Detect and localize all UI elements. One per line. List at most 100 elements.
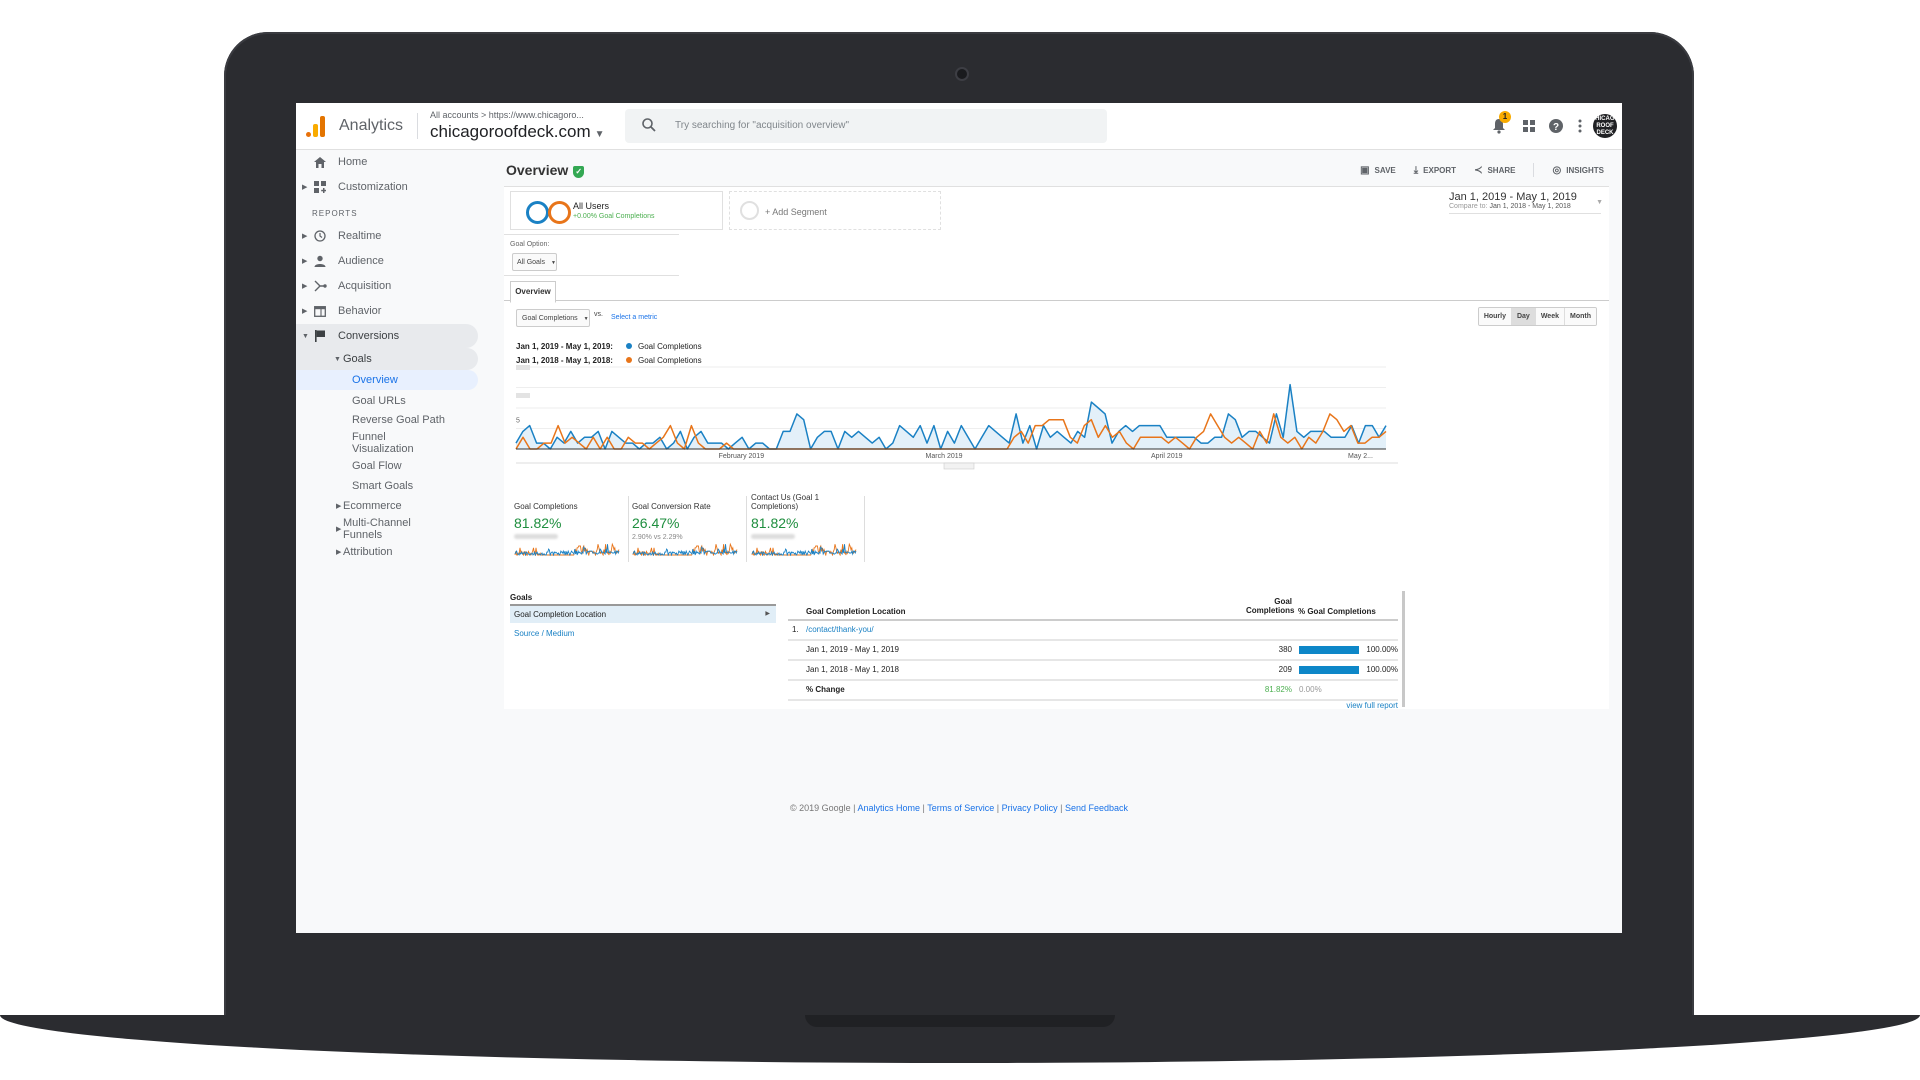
share-button[interactable]: ≺ SHARE — [1474, 165, 1515, 177]
sidebar-item-home[interactable]: Home — [296, 150, 478, 174]
flag-icon — [313, 329, 327, 343]
chart-resize-handle — [943, 462, 975, 470]
date-range-picker[interactable]: Jan 1, 2019 - May 1, 2019 Compare to: Ja… — [1449, 191, 1603, 214]
footer-link-terms[interactable]: Terms of Service — [927, 803, 994, 813]
sidebar-item-customization[interactable]: ▶ Customization — [296, 175, 478, 199]
granularity-toggle: Hourly Day Week Month — [1477, 307, 1597, 326]
sidebar-item-behavior[interactable]: ▶ Behavior — [296, 299, 478, 323]
kpi-divider — [746, 496, 747, 562]
x-tick-label: February 2019 — [719, 453, 765, 460]
goal-completions-chart[interactable]: 5 February 2019 March 2019 April 2019 May 2.… — [514, 363, 1400, 473]
analytics-logo-icon[interactable] — [304, 115, 326, 137]
blurred-value — [514, 534, 558, 539]
expand-arrow-icon: ▶ — [336, 549, 342, 556]
sidebar-item-realtime[interactable]: ▶ Realtime — [296, 224, 478, 248]
sidebar-item-conversions[interactable]: ▼ Conversions — [296, 324, 478, 348]
header-icons: 1 ? CHICAGO ROOF DECK — [1486, 111, 1619, 139]
footer: © 2019 Google | Analytics Home | Terms o… — [789, 803, 1129, 813]
chevron-down-icon: ▼ — [1596, 199, 1603, 206]
help-icon[interactable]: ? — [1543, 113, 1569, 139]
goal-option-select[interactable]: All Goals ▼ — [512, 253, 557, 271]
sidebar-item-smart-goals[interactable]: Smart Goals — [296, 477, 478, 495]
search-icon — [642, 118, 656, 132]
insights-button[interactable]: ◎ INSIGHTS — [1552, 165, 1604, 177]
kpi-goal-conversion-rate[interactable]: Goal Conversion Rate 26.47% 2.90% vs 2.2… — [632, 490, 744, 562]
export-button[interactable]: ⤓ EXPORT — [1414, 165, 1456, 177]
tab-divider — [504, 300, 1609, 301]
table-row: Jan 1, 2018 - May 1, 2018 209 100.00% — [788, 661, 1398, 681]
sidebar-item-goals[interactable]: ▼ Goals — [296, 348, 478, 370]
granularity-month[interactable]: Month — [1564, 308, 1596, 325]
kpi-contact-us-completions[interactable]: Contact Us (Goal 1 Completions) 81.82% — [751, 490, 863, 562]
sidebar-item-audience[interactable]: ▶ Audience — [296, 249, 478, 273]
tab-overview[interactable]: Overview — [510, 281, 556, 303]
sidebar-item-funnel-visualization[interactable]: Funnel Visualization — [296, 430, 478, 456]
row-link[interactable]: /contact/thank-you/ — [806, 621, 874, 639]
save-icon: ▣ — [1360, 165, 1370, 176]
expand-arrow-icon: ▶ — [302, 184, 308, 191]
sidebar-item-attribution[interactable]: ▶ Attribution — [296, 543, 478, 561]
search-box[interactable]: Try searching for "acquisition overview" — [625, 109, 1107, 143]
compare-range: Compare to: Jan 1, 2018 - May 1, 2018 — [1449, 203, 1571, 210]
kpi-goal-completions[interactable]: Goal Completions 81.82% — [514, 490, 626, 562]
table-scrollbar[interactable] — [1402, 591, 1405, 707]
vs-label: vs. — [594, 311, 603, 318]
property-name: chicagoroofdeck.com — [430, 122, 591, 141]
segment-all-users[interactable]: All Users +0.00% Goal Completions — [510, 191, 723, 230]
apps-grid-icon[interactable] — [1516, 113, 1542, 139]
granularity-hourly[interactable]: Hourly — [1478, 308, 1511, 325]
footer-link-analytics-home[interactable]: Analytics Home — [858, 803, 921, 813]
page-title: Overview ✓ — [506, 162, 585, 178]
series-area-2019 — [516, 384, 1386, 449]
collapse-arrow-icon: ▼ — [334, 355, 341, 363]
percentage-bar — [1299, 646, 1359, 654]
share-icon: ≺ — [1474, 165, 1483, 176]
goals-list-header: Goals — [510, 593, 776, 606]
date-range: Jan 1, 2019 - May 1, 2019 — [1449, 191, 1577, 203]
actions-divider — [1533, 163, 1535, 177]
granularity-day[interactable]: Day — [1510, 308, 1535, 325]
sidebar-item-goal-urls[interactable]: Goal URLs — [296, 392, 478, 410]
x-tick-label: May 2... — [1348, 453, 1373, 460]
verified-shield-icon: ✓ — [573, 166, 585, 178]
sidebar-item-multi-channel-funnels[interactable]: ▶ Multi-Channel Funnels — [296, 516, 478, 542]
sidebar-item-acquisition[interactable]: ▶ Acquisition — [296, 274, 478, 298]
dimension-source-medium[interactable]: Source / Medium — [510, 623, 776, 644]
add-segment-button[interactable]: + Add Segment — [729, 191, 941, 230]
sidebar-nav: Home ▶ Customization REPORTS ▶ Realtime … — [296, 150, 486, 933]
sidebar-item-goal-flow[interactable]: Goal Flow — [296, 457, 478, 475]
account-avatar[interactable]: CHICAGO ROOF DECK — [1591, 113, 1619, 139]
expand-arrow-icon: ▶ — [336, 526, 342, 533]
acquisition-icon — [313, 279, 327, 293]
col-goal-completions[interactable]: Goal Completions — [1246, 597, 1294, 615]
app-name: Analytics — [339, 117, 404, 134]
behavior-icon — [313, 304, 327, 318]
dimension-goal-completion-location[interactable]: Goal Completion Location ▶ — [510, 606, 776, 623]
property-selector[interactable]: chicagoroofdeck.com ▼ — [430, 122, 605, 142]
bell-icon[interactable]: 1 — [1486, 111, 1512, 139]
footer-link-privacy[interactable]: Privacy Policy — [1002, 803, 1058, 813]
footer-link-feedback[interactable]: Send Feedback — [1065, 803, 1128, 813]
report-panel: All Users +0.00% Goal Completions + Add … — [504, 186, 1609, 710]
blurred-value — [751, 534, 795, 539]
metric-select[interactable]: Goal Completions ▼ — [516, 309, 590, 327]
sidebar-item-goals-overview[interactable]: Overview — [296, 370, 478, 390]
export-icon: ⤓ — [1413, 165, 1419, 176]
sidebar-item-ecommerce[interactable]: ▶ Ecommerce — [296, 497, 478, 515]
kpi-divider — [628, 496, 629, 562]
webcam — [955, 67, 969, 81]
more-vert-icon[interactable] — [1567, 113, 1593, 139]
select-metric-link[interactable]: Select a metric — [611, 314, 657, 321]
expand-arrow-icon: ▶ — [302, 258, 308, 265]
empty-segment-circle — [740, 201, 759, 220]
segment-name: All Users — [573, 201, 610, 211]
view-full-report-link[interactable]: view full report — [1346, 701, 1398, 710]
x-tick-label: April 2019 — [1151, 453, 1183, 460]
sidebar-item-reverse-goal-path[interactable]: Reverse Goal Path — [296, 411, 478, 429]
report-actions: ▣ SAVE ⤓ EXPORT ≺ SHARE ◎ INSIGHTS — [1360, 163, 1604, 177]
svg-text:?: ? — [1553, 122, 1559, 133]
account-breadcrumb[interactable]: All accounts > https://www.chicagoro... — [430, 110, 584, 120]
granularity-week[interactable]: Week — [1534, 308, 1564, 325]
table-row-change: % Change 81.82% 0.00% — [788, 681, 1398, 701]
save-button[interactable]: ▣ SAVE — [1360, 165, 1396, 177]
